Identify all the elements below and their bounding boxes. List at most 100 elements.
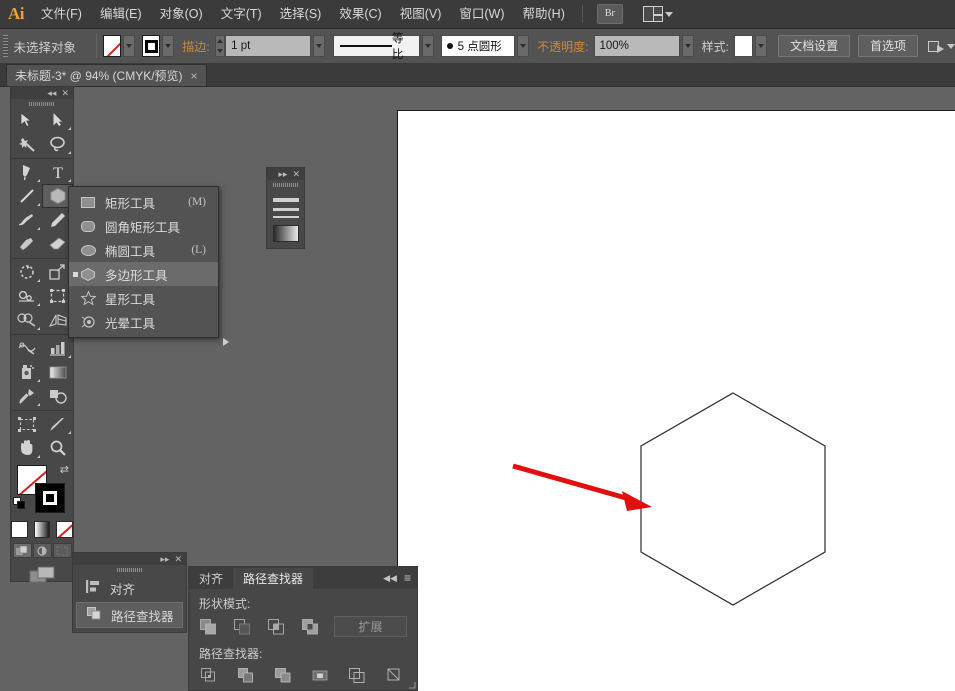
fill-color-swatch[interactable]: [103, 35, 121, 57]
merge-button[interactable]: [273, 666, 293, 686]
default-fill-stroke-icon[interactable]: [13, 497, 26, 510]
line-segment-tool[interactable]: [11, 184, 42, 208]
hand-tool[interactable]: [11, 436, 42, 460]
swap-fill-stroke-icon[interactable]: ⇄: [60, 463, 69, 476]
menu-effect[interactable]: 效果(C): [330, 0, 390, 29]
divide-button[interactable]: [199, 666, 219, 686]
gradient-swatch-icon[interactable]: [34, 521, 51, 538]
width-tool[interactable]: [11, 284, 42, 308]
document-tab[interactable]: 未标题-3* @ 94% (CMYK/预览) ×: [6, 64, 207, 86]
flyout-tearoff-arrow-icon[interactable]: [223, 338, 229, 346]
brush-definition-dropdown-button[interactable]: [517, 35, 529, 57]
mesh-tool[interactable]: [11, 336, 42, 360]
slice-tool[interactable]: [42, 412, 73, 436]
minus-back-button[interactable]: [384, 666, 404, 686]
brush-definition-select[interactable]: 5 点圆形: [441, 35, 515, 57]
outline-button[interactable]: [347, 666, 367, 686]
menu-select[interactable]: 选择(S): [271, 0, 331, 29]
flyout-item-polygon-tool[interactable]: 多边形工具: [69, 262, 218, 286]
paintbrush-tool[interactable]: [11, 208, 42, 232]
close-icon[interactable]: ✕: [61, 88, 69, 98]
flyout-item-rectangle-tool[interactable]: 矩形工具 (M): [69, 190, 218, 214]
close-icon[interactable]: ×: [191, 69, 198, 83]
artboard-tool[interactable]: [11, 412, 42, 436]
symbol-sprayer-tool[interactable]: [11, 360, 42, 384]
stroke-weight-stepper[interactable]: [215, 35, 226, 57]
stroke-swatch-large[interactable]: [35, 483, 65, 513]
gradient-tool[interactable]: [42, 360, 73, 384]
exclude-button[interactable]: [300, 617, 320, 637]
expand-button[interactable]: 扩展: [334, 616, 407, 637]
menu-edit[interactable]: 编辑(E): [91, 0, 151, 29]
flyout-item-ellipse-tool[interactable]: 椭圆工具 (L): [69, 238, 218, 262]
screen-mode-button[interactable]: [11, 566, 73, 584]
column-graph-tool[interactable]: [42, 336, 73, 360]
tab-align[interactable]: 对齐: [189, 568, 233, 589]
collapse-icon[interactable]: ◂◂: [47, 88, 56, 98]
type-tool[interactable]: T: [42, 160, 73, 184]
menu-object[interactable]: 对象(O): [151, 0, 212, 29]
flyout-item-align-panel[interactable]: 对齐: [76, 575, 183, 601]
zoom-tool[interactable]: [42, 436, 73, 460]
hexagon-shape[interactable]: [640, 392, 826, 606]
stroke-panel-icon[interactable]: [273, 198, 299, 218]
options-bar-grip[interactable]: [3, 35, 8, 57]
menu-window[interactable]: 窗口(W): [450, 0, 513, 29]
opacity-label[interactable]: 不透明度:: [537, 38, 588, 55]
intersect-button[interactable]: [266, 617, 286, 637]
blob-brush-tool[interactable]: [11, 232, 42, 256]
draw-normal-icon[interactable]: [13, 543, 32, 558]
graphic-style-swatch[interactable]: [734, 35, 753, 57]
selection-tool[interactable]: [11, 108, 42, 132]
flyout-item-pathfinder-panel[interactable]: 路径查找器: [76, 602, 183, 628]
close-icon[interactable]: ✕: [292, 169, 300, 179]
width-profile-dropdown-button[interactable]: [422, 35, 434, 57]
collapsed-panel-grip[interactable]: [267, 180, 304, 189]
tab-pathfinder[interactable]: 路径查找器: [233, 568, 313, 589]
bridge-icon[interactable]: Br: [597, 4, 623, 24]
menu-view[interactable]: 视图(V): [391, 0, 451, 29]
minus-front-button[interactable]: [233, 617, 253, 637]
menu-file[interactable]: 文件(F): [32, 0, 91, 29]
arrange-documents-button[interactable]: [643, 6, 673, 22]
direct-selection-tool[interactable]: [42, 108, 73, 132]
control-panel-extras-button[interactable]: [928, 40, 955, 53]
stroke-weight-input[interactable]: 1 pt: [225, 35, 311, 57]
tools-panel-grip[interactable]: [11, 99, 73, 108]
panel-group-grip[interactable]: [73, 565, 186, 574]
magic-wand-tool[interactable]: [11, 132, 42, 156]
expand-icon[interactable]: ▸▸: [278, 169, 287, 179]
collapse-icon[interactable]: ◀◀: [383, 573, 397, 584]
panel-resize-handle[interactable]: [406, 679, 416, 689]
shape-builder-tool[interactable]: [11, 308, 42, 332]
menu-type[interactable]: 文字(T): [212, 0, 271, 29]
opacity-dropdown-button[interactable]: [682, 35, 694, 57]
none-swatch-icon[interactable]: [56, 521, 73, 538]
stroke-dropdown-button[interactable]: [162, 35, 174, 57]
flyout-item-rounded-rectangle-tool[interactable]: 圆角矩形工具: [69, 214, 218, 238]
panel-menu-icon[interactable]: ≡: [404, 571, 411, 585]
trim-button[interactable]: [236, 666, 256, 686]
pen-tool[interactable]: [11, 160, 42, 184]
gradient-panel-icon[interactable]: [273, 225, 299, 242]
stroke-color-swatch[interactable]: [142, 35, 160, 57]
blend-tool[interactable]: [42, 384, 73, 408]
unite-button[interactable]: [199, 617, 219, 637]
fill-dropdown-button[interactable]: [123, 35, 135, 57]
draw-behind-icon[interactable]: [33, 543, 52, 558]
lasso-tool[interactable]: [42, 132, 73, 156]
rotate-tool[interactable]: [11, 260, 42, 284]
draw-inside-icon[interactable]: [53, 543, 72, 558]
preferences-button[interactable]: 首选项: [858, 35, 918, 57]
color-swatch-icon[interactable]: [11, 521, 28, 538]
crop-button[interactable]: [310, 666, 330, 686]
expand-icon[interactable]: ▸▸: [160, 554, 169, 564]
variable-width-profile-select[interactable]: 等比: [333, 35, 420, 57]
opacity-input[interactable]: 100%: [594, 35, 680, 57]
eyedropper-tool[interactable]: [11, 384, 42, 408]
close-icon[interactable]: ✕: [174, 554, 182, 564]
document-setup-button[interactable]: 文档设置: [778, 35, 850, 57]
menu-help[interactable]: 帮助(H): [514, 0, 574, 29]
style-dropdown-button[interactable]: [755, 35, 767, 57]
flyout-item-star-tool[interactable]: 星形工具: [69, 286, 218, 310]
